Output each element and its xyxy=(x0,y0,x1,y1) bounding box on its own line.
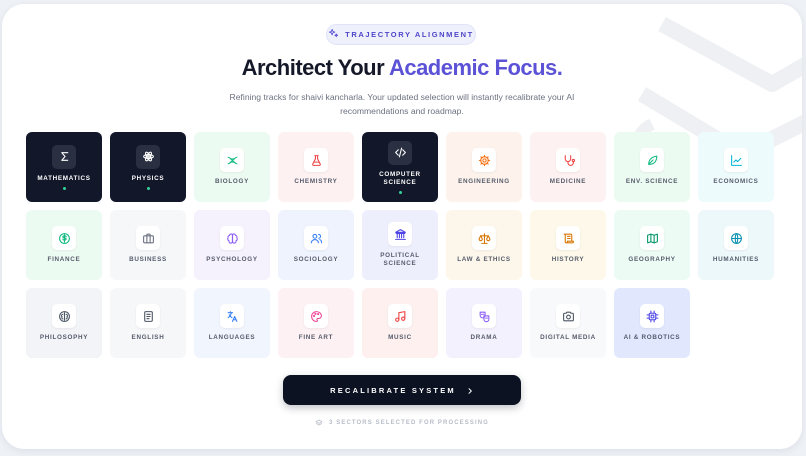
palette-icon xyxy=(304,304,328,328)
track-label: ENGINEERING xyxy=(458,178,510,185)
atom-icon xyxy=(136,144,160,169)
track-tile[interactable]: BUSINESS xyxy=(110,210,186,280)
track-label: DRAMA xyxy=(470,334,498,341)
stethoscope-icon xyxy=(556,148,580,172)
track-tile[interactable]: FINE ART xyxy=(278,288,354,358)
leaf-icon xyxy=(640,148,664,172)
track-tile[interactable]: CHEMISTRY xyxy=(278,132,354,202)
line-chart-icon xyxy=(724,148,748,172)
code-icon xyxy=(388,140,412,165)
users-icon xyxy=(304,226,328,250)
dollar-icon xyxy=(52,226,76,250)
track-label: SOCIOLOGY xyxy=(293,256,339,263)
globe-icon xyxy=(724,226,748,250)
scale-icon xyxy=(472,226,496,250)
translate-icon xyxy=(220,304,244,328)
brain-icon xyxy=(220,226,244,250)
track-label: FINANCE xyxy=(47,256,81,263)
track-tile[interactable]: MUSIC xyxy=(362,288,438,358)
track-label: PHILOSOPHY xyxy=(39,334,89,341)
selected-indicator-dot xyxy=(398,190,402,194)
track-tile[interactable]: MATHEMATICS xyxy=(26,132,102,202)
track-label: COMPUTER SCIENCE xyxy=(379,170,421,186)
page-subtitle: Refining tracks for shaivi kancharla. Yo… xyxy=(229,92,575,116)
title-accent: Academic Focus. xyxy=(388,55,563,80)
track-label: MUSIC xyxy=(388,334,412,341)
track-tile[interactable]: PHYSICS xyxy=(110,132,186,202)
scroll-icon xyxy=(556,226,580,250)
track-label: PSYCHOLOGY xyxy=(206,256,258,263)
music-note-icon xyxy=(388,304,412,328)
sparkles-icon xyxy=(328,26,339,44)
selection-status: 3 SECTORS SELECTED FOR PROCESSING xyxy=(2,414,802,432)
track-grid: MATHEMATICS PHYSICS BIOLOGY CHEMISTRY COMPUT… xyxy=(26,132,779,360)
briefcase-icon xyxy=(136,226,160,250)
drama-masks-icon xyxy=(472,304,496,328)
layers-icon xyxy=(315,414,323,432)
track-tile[interactable]: DIGITAL MEDIA xyxy=(530,288,606,358)
track-label: BIOLOGY xyxy=(215,178,249,185)
track-tile[interactable]: ENV. SCIENCE xyxy=(614,132,690,202)
track-tile[interactable]: AI & ROBOTICS xyxy=(614,288,690,358)
track-tile[interactable]: DRAMA xyxy=(446,288,522,358)
landmark-icon xyxy=(388,222,412,246)
badge-label: TRAJECTORY ALIGNMENT xyxy=(345,30,474,39)
track-tile[interactable]: FINANCE xyxy=(26,210,102,280)
track-label: MATHEMATICS xyxy=(37,174,91,182)
track-label: FINE ART xyxy=(298,334,334,341)
selected-indicator-dot xyxy=(62,186,66,190)
track-tile[interactable]: SOCIOLOGY xyxy=(278,210,354,280)
track-label: POLITICAL SCIENCE xyxy=(380,252,420,267)
track-label: CHEMISTRY xyxy=(294,178,338,185)
recalibrate-button-label: RECALIBRATE SYSTEM xyxy=(330,385,456,395)
track-tile[interactable]: PHILOSOPHY xyxy=(26,288,102,358)
track-label: HUMANITIES xyxy=(712,256,760,263)
cpu-icon xyxy=(640,304,664,328)
document-icon xyxy=(136,304,160,328)
track-label: PHYSICS xyxy=(131,174,165,182)
title-prefix: Architect Your xyxy=(241,55,385,80)
track-tile[interactable]: PSYCHOLOGY xyxy=(194,210,270,280)
dna-icon xyxy=(220,148,244,172)
track-label: BUSINESS xyxy=(129,256,167,263)
track-tile[interactable]: ENGINEERING xyxy=(446,132,522,202)
track-label: HISTORY xyxy=(551,256,585,263)
track-label: LAW & ETHICS xyxy=(457,256,511,263)
trajectory-badge: TRAJECTORY ALIGNMENT xyxy=(326,24,476,45)
track-tile[interactable]: COMPUTER SCIENCE xyxy=(362,132,438,202)
brain-circle-icon xyxy=(52,304,76,328)
track-tile[interactable]: ENGLISH xyxy=(110,288,186,358)
track-tile[interactable]: POLITICAL SCIENCE xyxy=(362,210,438,280)
flask-icon xyxy=(304,148,328,172)
track-tile[interactable]: MEDICINE xyxy=(530,132,606,202)
track-label: ENV. SCIENCE xyxy=(625,178,679,185)
track-tile[interactable]: BIOLOGY xyxy=(194,132,270,202)
track-tile[interactable]: LANGUAGES xyxy=(194,288,270,358)
sigma-icon xyxy=(52,144,76,169)
track-tile[interactable]: LAW & ETHICS xyxy=(446,210,522,280)
camera-icon xyxy=(556,304,580,328)
gear-icon xyxy=(472,148,496,172)
page-title: Architect Your Academic Focus. xyxy=(2,55,802,81)
track-label: MEDICINE xyxy=(549,178,587,185)
track-tile[interactable]: HISTORY xyxy=(530,210,606,280)
track-label: LANGUAGES xyxy=(208,334,256,341)
selected-indicator-dot xyxy=(146,186,150,190)
track-label: AI & ROBOTICS xyxy=(623,334,681,341)
track-label: GEOGRAPHY xyxy=(628,256,676,263)
track-tile[interactable]: GEOGRAPHY xyxy=(614,210,690,280)
track-label: ENGLISH xyxy=(131,334,165,341)
track-tile[interactable]: ECONOMICS xyxy=(698,132,774,202)
status-text: 3 SECTORS SELECTED FOR PROCESSING xyxy=(329,420,489,426)
track-tile[interactable]: HUMANITIES xyxy=(698,210,774,280)
map-icon xyxy=(640,226,664,250)
track-label: ECONOMICS xyxy=(713,178,759,185)
chevron-right-icon xyxy=(466,383,474,398)
focus-card: TRAJECTORY ALIGNMENT Architect Your Acad… xyxy=(2,4,802,449)
track-label: DIGITAL MEDIA xyxy=(540,334,596,341)
recalibrate-button[interactable]: RECALIBRATE SYSTEM xyxy=(283,375,521,405)
